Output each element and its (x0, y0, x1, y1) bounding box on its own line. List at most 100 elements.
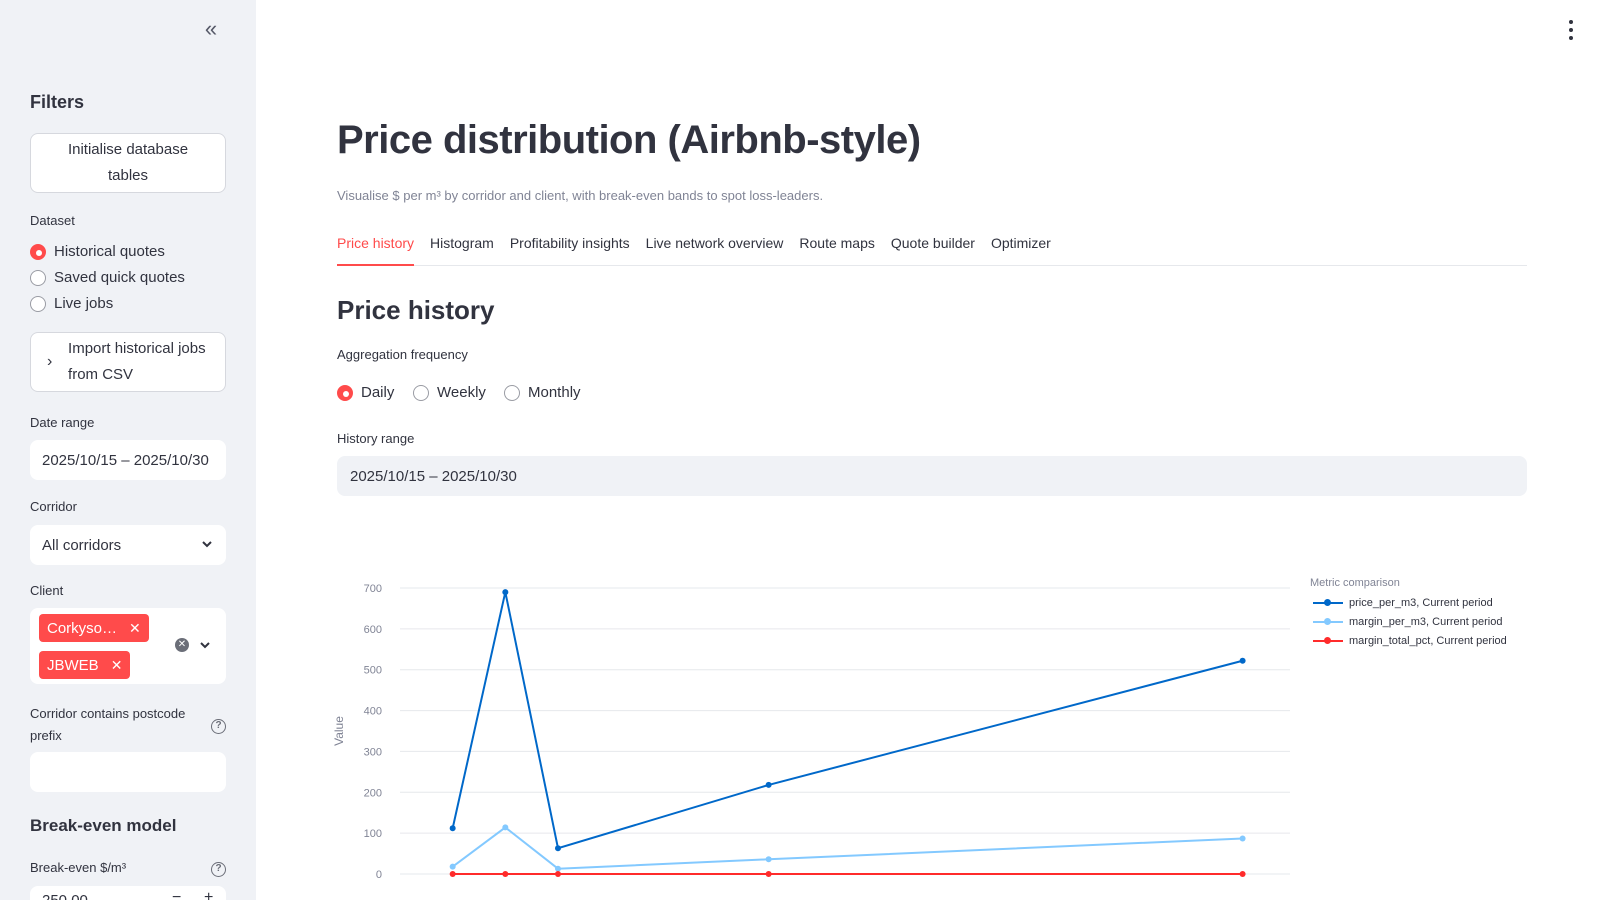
data-point (449, 825, 456, 832)
dataset-option-label: Saved quick quotes (54, 269, 185, 286)
init-database-button[interactable]: Initialise database tables (30, 133, 226, 193)
y-tick-label: 600 (364, 624, 382, 636)
data-point (502, 871, 509, 877)
client-multiselect[interactable]: Corkyso… ✕ JBWEB ✕ ✕ (30, 608, 226, 684)
tab-optimizer[interactable]: Optimizer (991, 232, 1051, 266)
aggregation-option-label: Monthly (528, 384, 581, 401)
dataset-option-label: Historical quotes (54, 243, 165, 260)
y-tick-label: 500 (364, 665, 382, 677)
dataset-option-label: Live jobs (54, 295, 114, 312)
main-menu-icon[interactable] (1568, 20, 1574, 40)
aggregation-option-label: Daily (361, 384, 395, 401)
client-tag: JBWEB ✕ (39, 651, 131, 679)
help-icon[interactable]: ? (211, 862, 226, 877)
data-point (1239, 835, 1246, 842)
radio-icon (413, 384, 429, 401)
collapse-sidebar-icon[interactable]: « (199, 18, 223, 42)
chevron-down-icon (202, 541, 212, 548)
data-point (765, 856, 772, 863)
history-range-input[interactable]: 2025/10/15 – 2025/10/30 (337, 456, 1527, 496)
increment-button[interactable]: + (204, 889, 213, 900)
tab-profitability-insights[interactable]: Profitability insights (510, 232, 630, 266)
legend-label: margin_per_m3, Current period (1349, 616, 1503, 628)
client-label: Client (30, 583, 64, 598)
corridor-label: Corridor (30, 499, 77, 514)
legend-label: price_per_m3, Current period (1349, 597, 1493, 609)
aggregation-option-weekly[interactable]: Weekly (413, 384, 486, 401)
data-point (554, 871, 561, 877)
legend-label: margin_total_pct, Current period (1349, 635, 1507, 647)
dataset-option-live[interactable]: Live jobs (30, 295, 113, 312)
radio-selected-icon (337, 384, 353, 401)
aggregation-option-label: Weekly (437, 384, 486, 401)
client-tag: Corkyso… ✕ (39, 614, 149, 642)
tab-live-network-overview[interactable]: Live network overview (646, 232, 784, 266)
data-point (554, 865, 561, 872)
breakeven-value: 250.00 (42, 892, 88, 900)
y-tick-label: 700 (364, 583, 382, 595)
tab-quote-builder[interactable]: Quote builder (891, 232, 975, 266)
aggregation-option-daily[interactable]: Daily (337, 384, 394, 401)
y-tick-label: 300 (364, 746, 382, 758)
section-title: Price history (337, 295, 495, 325)
history-range-label: History range (337, 431, 415, 446)
breakeven-heading: Break-even model (30, 816, 177, 835)
decrement-button[interactable]: − (172, 889, 181, 900)
sidebar: « Filters Initialise database tables Dat… (0, 0, 256, 900)
sidebar-title: Filters (30, 92, 85, 112)
legend-swatch (1313, 617, 1343, 627)
y-tick-label: 400 (364, 706, 382, 718)
postcode-input[interactable] (30, 752, 226, 792)
breakeven-label: Break-even $/m³ (30, 860, 127, 875)
import-csv-label: Import historical jobs from CSV (68, 340, 206, 383)
data-point (765, 781, 772, 788)
y-axis-label: Value (332, 716, 346, 746)
data-point (765, 871, 772, 877)
date-range-label: Date range (30, 415, 95, 430)
radio-selected-icon (30, 243, 46, 260)
help-icon[interactable]: ? (211, 719, 226, 734)
data-point (449, 863, 456, 870)
tab-price-history[interactable]: Price history (337, 232, 415, 266)
breakeven-input[interactable]: 250.00 (30, 886, 226, 900)
tab-histogram[interactable]: Histogram (430, 232, 494, 266)
legend-item-margin-pct[interactable]: margin_total_pct, Current period (1313, 635, 1507, 647)
page-title: Price distribution (Airbnb-style) (337, 118, 921, 162)
aggregation-label: Aggregation frequency (337, 347, 468, 362)
corridor-select[interactable]: All corridors (30, 525, 226, 565)
dataset-label: Dataset (30, 213, 75, 228)
data-point (1239, 871, 1246, 877)
radio-icon (504, 384, 520, 401)
price-history-chart: 0100200300400500600700Oct 15Oct 17Oct 19… (332, 583, 1290, 881)
y-tick-label: 200 (364, 787, 382, 799)
radio-icon (30, 269, 46, 286)
data-point (502, 824, 509, 831)
dataset-option-historical[interactable]: Historical quotes (30, 243, 165, 260)
postcode-label: Corridor contains postcode prefix (30, 706, 186, 743)
chevron-right-icon: › (47, 353, 53, 370)
data-point (449, 871, 456, 877)
legend-item-price[interactable]: price_per_m3, Current period (1313, 597, 1493, 609)
legend-item-margin[interactable]: margin_per_m3, Current period (1313, 616, 1502, 628)
tab-route-maps[interactable]: Route maps (799, 232, 874, 266)
remove-tag-icon[interactable]: ✕ (129, 620, 141, 637)
y-tick-label: 0 (376, 869, 382, 881)
aggregation-option-monthly[interactable]: Monthly (504, 384, 581, 401)
series-line (451, 591, 1243, 850)
legend-title: Metric comparison (1310, 577, 1400, 589)
data-point (1239, 657, 1246, 664)
remove-tag-icon[interactable]: ✕ (111, 657, 123, 674)
date-range-input[interactable]: 2025/10/15 – 2025/10/30 (30, 440, 226, 480)
data-point (502, 589, 509, 596)
clear-all-icon[interactable]: ✕ (175, 638, 189, 652)
client-tag-label: JBWEB (47, 656, 99, 674)
dataset-option-saved[interactable]: Saved quick quotes (30, 269, 185, 286)
legend-swatch (1313, 636, 1343, 646)
tab-bar: Price history Histogram Profitability in… (337, 232, 1527, 266)
import-csv-expander[interactable]: › Import historical jobs from CSV (30, 332, 226, 392)
page-caption: Visualise $ per m³ by corridor and clien… (337, 188, 824, 203)
data-point (554, 845, 561, 852)
chevron-down-icon[interactable] (198, 638, 212, 652)
legend-swatch (1313, 598, 1343, 608)
corridor-value: All corridors (42, 536, 122, 554)
